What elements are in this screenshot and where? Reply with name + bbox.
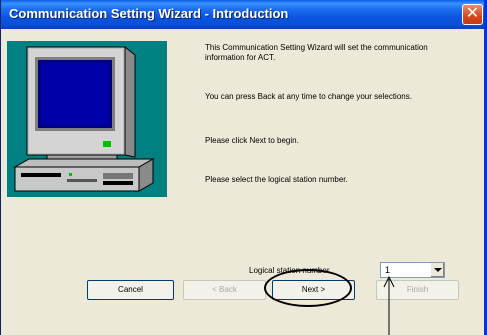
window-title: Communication Setting Wizard - Introduct… bbox=[9, 6, 289, 21]
wizard-content: This Communication Setting Wizard will s… bbox=[1, 29, 484, 335]
intro-line-3: Please click Next to begin. bbox=[205, 136, 299, 145]
close-icon: ✕ bbox=[465, 5, 480, 22]
back-button[interactable]: < Back bbox=[183, 280, 266, 300]
station-number-value: 1 bbox=[385, 265, 391, 275]
title-bar[interactable]: Communication Setting Wizard - Introduct… bbox=[1, 0, 484, 29]
intro-line-2: You can press Back at any time to change… bbox=[205, 92, 412, 101]
chevron-down-icon[interactable] bbox=[430, 263, 444, 277]
intro-line-4: Please select the logical station number… bbox=[205, 175, 348, 184]
close-button[interactable]: ✕ bbox=[462, 4, 483, 25]
next-button-highlight bbox=[264, 269, 352, 307]
wizard-window: Communication Setting Wizard - Introduct… bbox=[0, 0, 487, 335]
annotation-arrow bbox=[383, 275, 395, 335]
cancel-button[interactable]: Cancel bbox=[87, 280, 174, 300]
computer-monitor-icon bbox=[7, 41, 167, 197]
intro-line-1: This Communication Setting Wizard will s… bbox=[205, 43, 428, 62]
